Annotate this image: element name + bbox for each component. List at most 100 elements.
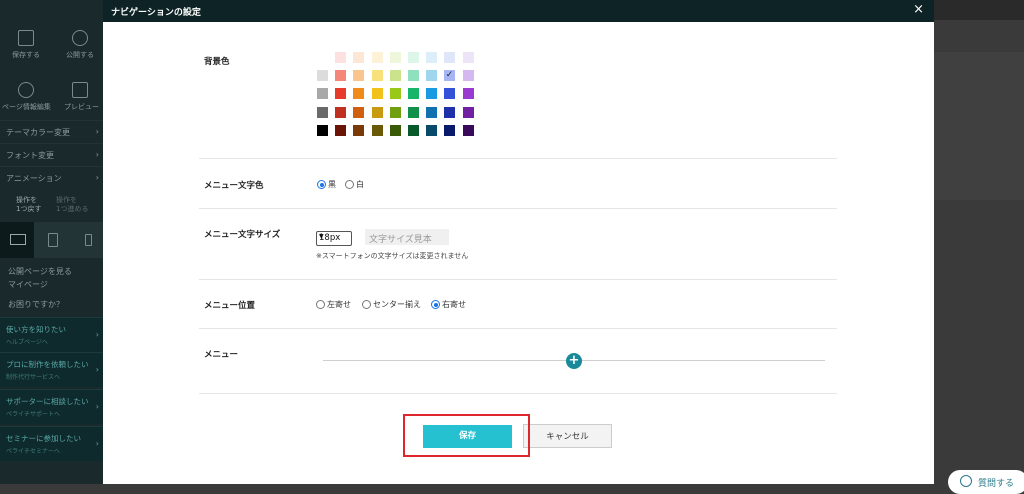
sidebar-menu-font[interactable]: フォント変更 › — [0, 143, 103, 166]
chevron-down-icon: ▼ — [319, 233, 324, 240]
color-swatch[interactable] — [408, 88, 419, 99]
color-swatch[interactable] — [353, 125, 364, 136]
help-block-pro[interactable]: プロに制作を依頼したい 制作代行サービスへ › — [0, 352, 103, 387]
color-swatch[interactable] — [372, 52, 383, 63]
chevron-right-icon: › — [95, 127, 99, 136]
color-swatch[interactable] — [408, 125, 419, 136]
color-swatch[interactable] — [390, 125, 401, 136]
close-icon[interactable]: × — [913, 2, 924, 17]
color-swatch[interactable] — [335, 70, 346, 81]
color-swatch[interactable] — [426, 52, 437, 63]
color-swatch[interactable] — [353, 52, 364, 63]
text-color-black-radio[interactable] — [317, 180, 326, 189]
ask-question-button[interactable]: 質問する — [948, 470, 1024, 494]
color-swatch[interactable] — [372, 88, 383, 99]
color-swatch[interactable] — [317, 107, 328, 118]
help-block-supporter[interactable]: サポーターに相談したい ペライチサポートへ › — [0, 389, 103, 424]
color-swatch[interactable] — [444, 52, 455, 63]
color-swatch[interactable] — [408, 52, 419, 63]
color-swatch[interactable] — [463, 88, 474, 99]
color-swatch[interactable] — [317, 125, 328, 136]
help-block-subtitle: ヘルプページへ — [6, 339, 48, 346]
color-swatch[interactable] — [372, 125, 383, 136]
color-swatch[interactable] — [317, 70, 328, 81]
font-size-select[interactable]: 18px ▼ — [316, 231, 352, 246]
undo-label-line2: 1つ戻す — [16, 205, 42, 213]
save-button-highlight — [403, 414, 530, 457]
tablet-view-tab[interactable] — [35, 222, 69, 258]
help-block-title: サポーターに相談したい — [6, 397, 89, 406]
ask-question-label: 質問する — [978, 479, 1015, 489]
background-color-label: 背景色 — [204, 57, 230, 67]
color-swatch[interactable] — [444, 107, 455, 118]
question-icon — [960, 475, 972, 487]
help-title: お困りですか？ — [8, 300, 64, 309]
position-left-label: 左寄せ — [327, 300, 351, 309]
color-swatch[interactable] — [335, 88, 346, 99]
color-swatch[interactable] — [444, 88, 455, 99]
mobile-icon — [85, 234, 92, 246]
color-swatch[interactable] — [335, 107, 346, 118]
editor-panel-dim — [934, 52, 1024, 200]
chevron-right-icon: › — [95, 330, 99, 339]
color-swatch[interactable] — [426, 88, 437, 99]
text-color-white-radio[interactable] — [345, 180, 354, 189]
publish-icon — [72, 30, 88, 46]
color-swatch[interactable] — [353, 70, 364, 81]
divider — [199, 393, 837, 394]
sidebar-publish-label[interactable]: 公開する — [66, 50, 94, 60]
color-swatch[interactable] — [463, 70, 474, 81]
divider — [199, 328, 837, 329]
sidebar-page-info-label[interactable]: ページ情報編集 — [2, 102, 51, 112]
help-block-how-to[interactable]: 使い方を知りたい ヘルプページへ › — [0, 317, 103, 352]
color-swatch[interactable] — [353, 107, 364, 118]
color-swatch[interactable] — [390, 70, 401, 81]
color-swatch[interactable] — [353, 88, 364, 99]
undo-button[interactable]: 操作を 1つ戻す — [4, 192, 52, 218]
divider — [199, 279, 837, 280]
color-swatch[interactable] — [408, 107, 419, 118]
color-swatch[interactable] — [444, 125, 455, 136]
redo-button[interactable]: 操作を 1つ進める — [54, 192, 102, 218]
cancel-button[interactable]: キャンセル — [523, 424, 612, 448]
sidebar-menu-theme-color[interactable]: テーマカラー変更 › — [0, 120, 103, 143]
color-swatch[interactable] — [390, 88, 401, 99]
color-swatch[interactable] — [463, 52, 474, 63]
color-swatch[interactable] — [335, 52, 346, 63]
gear-icon — [18, 82, 34, 98]
font-size-note: ※スマートフォンの文字サイズは変更されません — [316, 252, 469, 260]
color-swatch[interactable] — [426, 107, 437, 118]
color-swatch[interactable] — [372, 107, 383, 118]
color-swatch[interactable] — [390, 52, 401, 63]
add-menu-item-button[interactable]: + — [566, 353, 582, 369]
sidebar-menu-label: アニメーション — [6, 174, 62, 183]
help-block-seminar[interactable]: セミナーに参加したい ペライチセミナーへ › — [0, 426, 103, 461]
color-swatch[interactable] — [408, 70, 419, 81]
color-swatch[interactable] — [426, 70, 437, 81]
position-left-radio[interactable] — [316, 300, 325, 309]
color-swatch[interactable] — [317, 88, 328, 99]
position-right-radio[interactable] — [431, 300, 440, 309]
divider — [199, 208, 837, 209]
help-block-title: セミナーに参加したい — [6, 434, 81, 443]
help-block-title: 使い方を知りたい — [6, 325, 66, 334]
color-swatch[interactable] — [335, 125, 346, 136]
color-swatch[interactable] — [390, 107, 401, 118]
desktop-view-tab[interactable] — [0, 222, 34, 258]
color-swatch[interactable] — [463, 125, 474, 136]
color-swatch[interactable] — [426, 125, 437, 136]
sidebar-save-label[interactable]: 保存する — [12, 50, 40, 60]
mobile-view-tab[interactable] — [70, 222, 104, 258]
sidebar-menu-label: テーマカラー変更 — [6, 128, 70, 137]
chevron-right-icon: › — [95, 150, 99, 159]
menu-text-color-label: メニュー文字色 — [204, 181, 264, 191]
color-swatch[interactable] — [372, 70, 383, 81]
view-public-page-link[interactable]: 公開ページを見る — [8, 266, 72, 277]
position-center-radio[interactable] — [362, 300, 371, 309]
my-page-link[interactable]: マイページ — [8, 279, 48, 290]
sidebar-preview-label[interactable]: プレビュー — [64, 102, 99, 112]
color-swatch[interactable] — [463, 107, 474, 118]
sidebar-menu-animation[interactable]: アニメーション › — [0, 166, 103, 189]
help-block-subtitle: ペライチサポートへ — [6, 411, 61, 418]
device-switcher — [0, 222, 103, 258]
